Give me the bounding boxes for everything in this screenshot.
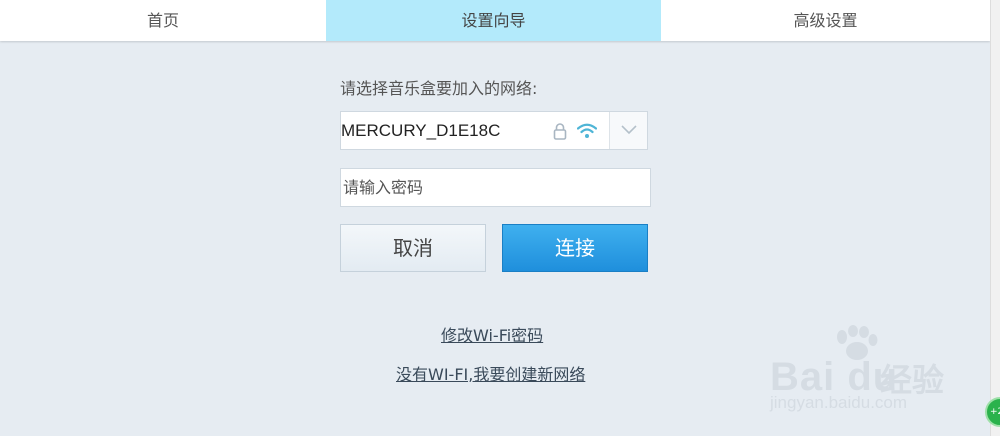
- network-name: MERCURY_D1E18C: [341, 121, 501, 140]
- tab-advanced-settings[interactable]: 高级设置: [661, 0, 990, 41]
- baidu-jingyan-watermark: Bai du 经验 jingyan.baidu.com: [762, 325, 962, 420]
- password-field[interactable]: [340, 168, 651, 207]
- wifi-icon: [576, 123, 598, 139]
- network-prompt: 请选择音乐盒要加入的网络:: [340, 79, 538, 98]
- cancel-button[interactable]: 取消: [340, 224, 486, 272]
- create-new-network-link[interactable]: 没有WI-FI,我要创建新网络: [396, 361, 585, 385]
- connect-button[interactable]: 连接: [502, 224, 648, 272]
- floating-badge[interactable]: +2: [985, 397, 1000, 427]
- tab-setup-wizard[interactable]: 设置向导: [326, 0, 661, 41]
- scrollbar[interactable]: [990, 0, 1000, 436]
- watermark-url: jingyan.baidu.com: [770, 393, 908, 412]
- top-tab-bar: 首页 设置向导 高级设置: [0, 0, 990, 41]
- chevron-down-icon: [621, 125, 637, 135]
- network-select[interactable]: MERCURY_D1E18C: [340, 111, 648, 150]
- tab-home[interactable]: 首页: [0, 0, 326, 41]
- network-dropdown-button[interactable]: [609, 112, 647, 149]
- lock-icon: [553, 122, 567, 140]
- change-wifi-password-link[interactable]: 修改Wi-Fi密码: [441, 322, 543, 346]
